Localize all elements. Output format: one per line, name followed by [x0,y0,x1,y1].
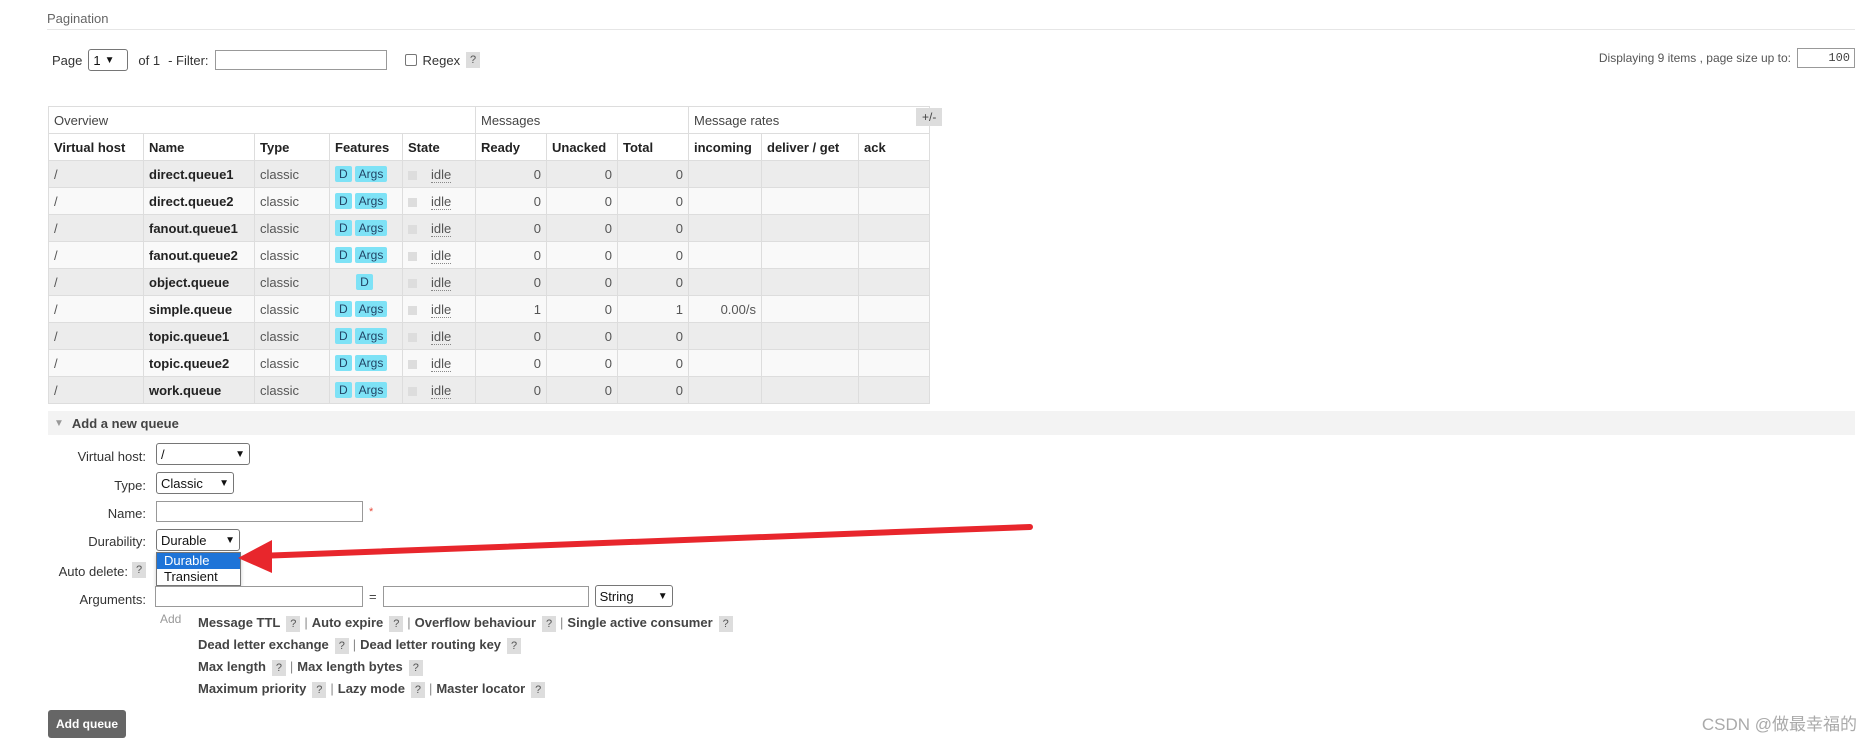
red-arrow-annotation [238,524,1033,573]
